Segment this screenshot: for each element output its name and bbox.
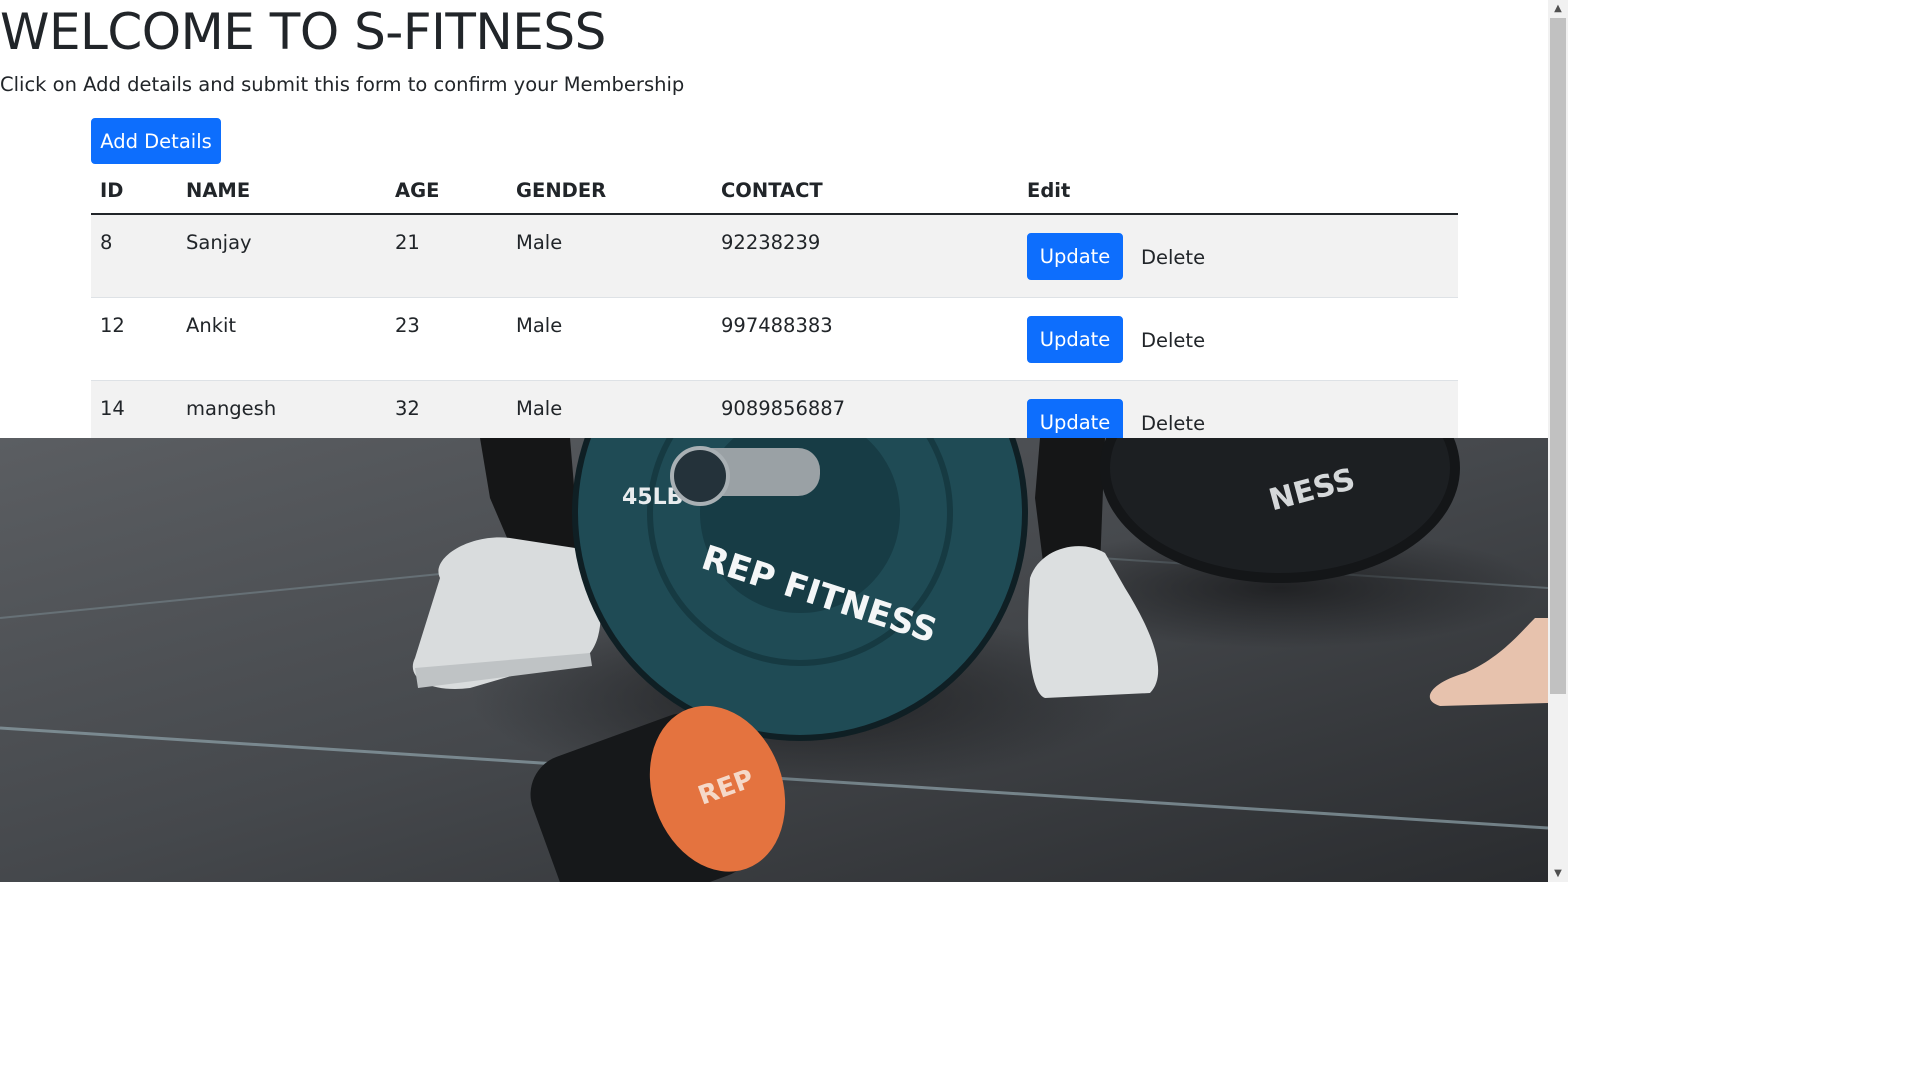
column-header-gender: GENDER	[507, 168, 712, 215]
cell-edit: Update Delete	[1018, 214, 1458, 298]
cell-contact: 92238239	[712, 214, 1018, 298]
delete-link[interactable]: Delete	[1141, 412, 1205, 435]
barbell-end-cap	[670, 446, 730, 506]
cell-gender: Male	[507, 297, 712, 381]
cell-gender: Male	[507, 214, 712, 298]
table-row: 12 Ankit 23 Male 997488383 Update Delete	[91, 297, 1458, 381]
column-header-id: ID	[91, 168, 177, 215]
delete-link[interactable]: Delete	[1141, 246, 1205, 269]
column-header-age: AGE	[386, 168, 507, 215]
cell-contact: 997488383	[712, 297, 1018, 381]
delete-link[interactable]: Delete	[1141, 329, 1205, 352]
column-header-name: NAME	[177, 168, 386, 215]
update-button[interactable]: Update	[1027, 232, 1123, 280]
gym-floor-illustration: REP FITNESS 45LB NESS REP	[0, 438, 1548, 882]
hero-gym-image: REP FITNESS 45LB NESS REP	[0, 438, 1548, 882]
cell-name: Sanjay	[177, 214, 386, 298]
cell-edit: Update Delete	[1018, 297, 1458, 381]
vertical-scrollbar[interactable]: ▲ ▼	[1548, 0, 1568, 882]
cell-age: 23	[386, 297, 507, 381]
page-title: WELCOME TO S-FITNESS	[0, 3, 606, 61]
table-row: 8 Sanjay 21 Male 92238239 Update Delete	[91, 214, 1458, 298]
scrollbar-thumb[interactable]	[1550, 18, 1566, 694]
cell-id: 12	[91, 297, 177, 381]
update-button[interactable]: Update	[1027, 315, 1123, 363]
cell-age: 21	[386, 214, 507, 298]
arrow-up-icon[interactable]: ▲	[1548, 0, 1568, 17]
add-details-button[interactable]: Add Details	[91, 118, 221, 164]
page: WELCOME TO S-FITNESS Click on Add detail…	[0, 0, 1548, 882]
cell-name: Ankit	[177, 297, 386, 381]
column-header-contact: CONTACT	[712, 168, 1018, 215]
table-header-row: ID NAME AGE GENDER CONTACT Edit	[91, 168, 1458, 215]
cell-id: 8	[91, 214, 177, 298]
members-table: ID NAME AGE GENDER CONTACT Edit 8 Sanjay…	[91, 168, 1458, 464]
page-subtitle: Click on Add details and submit this for…	[0, 73, 685, 96]
arrow-down-icon[interactable]: ▼	[1548, 865, 1568, 882]
column-header-edit: Edit	[1018, 168, 1458, 215]
